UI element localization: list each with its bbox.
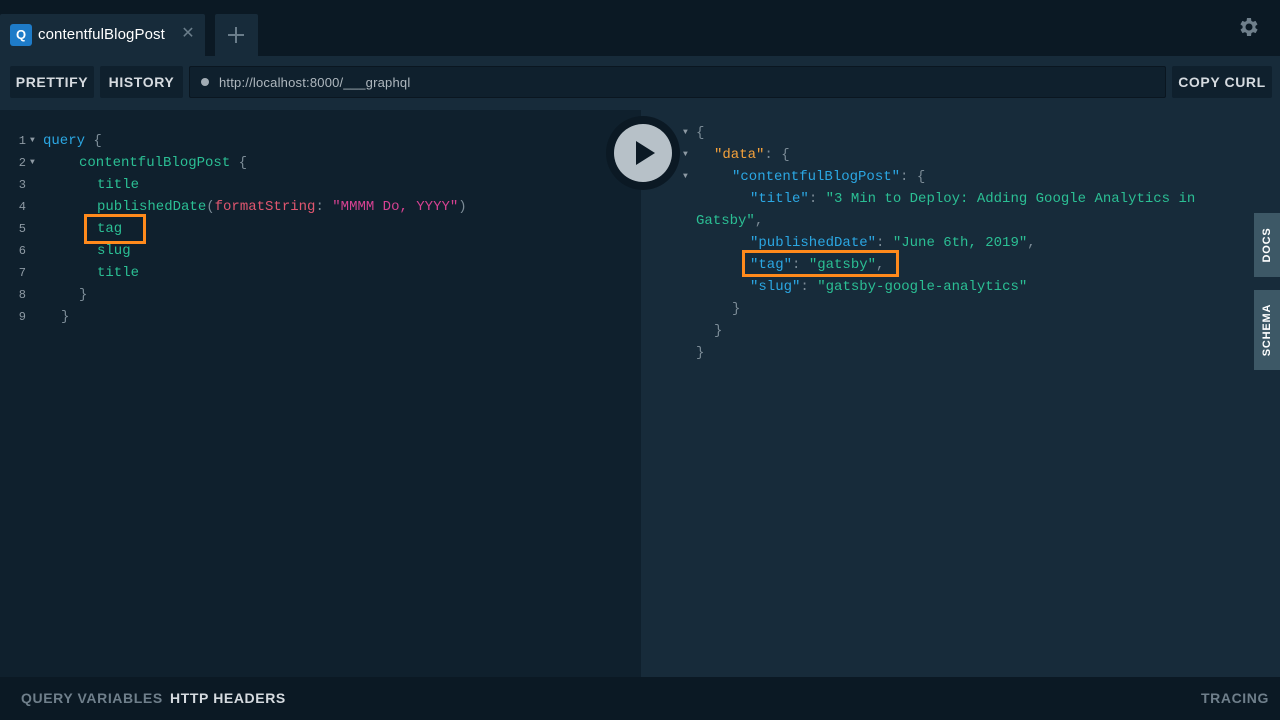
line-number: 1 <box>18 134 26 148</box>
result-line: "data": { <box>714 144 790 166</box>
code-line: contentfulBlogPost { <box>79 152 247 174</box>
schema-tab[interactable]: SCHEMA <box>1254 290 1280 370</box>
highlight-box <box>742 250 899 277</box>
docs-tab-label: DOCS <box>1261 227 1273 263</box>
fold-arrow-icon[interactable]: ▼ <box>683 144 688 166</box>
fold-arrow-icon[interactable]: ▼ <box>683 166 688 188</box>
field-title: title <box>97 265 140 281</box>
schema-tab-label: SCHEMA <box>1261 303 1273 357</box>
toolbar: PRETTIFY HISTORY http://localhost:8000/_… <box>0 56 1280 110</box>
line-number: 7 <box>18 266 26 280</box>
brace: { <box>238 155 248 171</box>
brace: } <box>732 301 741 317</box>
line-number: 9 <box>18 310 26 324</box>
docs-tab[interactable]: DOCS <box>1254 213 1280 277</box>
brace: } <box>79 287 88 303</box>
query-editor[interactable]: 1 2 3 4 5 6 7 8 9 ▼ ▼ query { contentful… <box>0 110 641 677</box>
results-viewer: ▼ ▼ ▼ { "data": { "contentfulBlogPost": … <box>641 110 1280 677</box>
title-value: "3 Min to Deploy: Adding Google Analytic… <box>825 191 1196 207</box>
colon: : <box>315 199 324 215</box>
code-line: title <box>97 262 139 284</box>
execute-query-button[interactable] <box>614 124 672 182</box>
fold-arrow-icon[interactable]: ▼ <box>30 152 35 174</box>
close-icon[interactable]: ✕ <box>181 26 195 42</box>
code-line: } <box>79 284 87 306</box>
blog-key: "contentfulBlogPost" <box>732 169 901 185</box>
brace: } <box>61 309 70 325</box>
tracing-tab[interactable]: TRACING <box>1201 690 1269 706</box>
fold-arrow-icon[interactable]: ▼ <box>683 122 688 144</box>
gear-icon[interactable] <box>1237 15 1261 39</box>
published-key: "publishedDate" <box>750 235 877 251</box>
result-line: "contentfulBlogPost": { <box>732 166 925 188</box>
field-title: title <box>97 177 140 193</box>
plus-icon <box>228 27 244 43</box>
result-line: } <box>732 298 740 320</box>
arg-value: "MMMM Do, YYYY" <box>332 199 459 215</box>
line-number: 6 <box>18 244 26 258</box>
arg-name: formatString <box>214 199 316 215</box>
add-tab-button[interactable] <box>215 14 258 56</box>
published-value: "June 6th, 2019" <box>892 235 1028 251</box>
code-line: title <box>97 174 139 196</box>
comma: , <box>1027 235 1036 251</box>
line-number: 3 <box>18 178 26 192</box>
status-dot-icon <box>201 78 209 86</box>
brace: } <box>696 345 705 361</box>
brace: } <box>714 323 723 339</box>
root-field: contentfulBlogPost <box>79 155 231 171</box>
query-keyword: query <box>43 133 86 149</box>
comma: , <box>754 213 764 229</box>
brace: { <box>916 169 926 185</box>
bottom-bar: QUERY VARIABLES HTTP HEADERS TRACING <box>0 677 1280 720</box>
colon: : <box>800 279 809 295</box>
play-icon <box>636 141 655 165</box>
query-badge-icon: Q <box>10 24 32 46</box>
result-line: "slug": "gatsby-google-analytics" <box>750 276 1027 298</box>
copy-curl-button[interactable]: COPY CURL <box>1172 66 1272 98</box>
colon: : <box>808 191 818 207</box>
slug-key: "slug" <box>750 279 801 295</box>
prettify-button[interactable]: PRETTIFY <box>10 66 94 98</box>
code-line: publishedDate(formatString: "MMMM Do, YY… <box>97 196 467 218</box>
http-headers-tab[interactable]: HTTP HEADERS <box>170 690 286 706</box>
endpoint-url-input[interactable]: http://localhost:8000/___graphql <box>189 66 1166 98</box>
result-line: { <box>696 122 704 144</box>
colon: : <box>900 169 909 185</box>
line-number: 2 <box>18 156 26 170</box>
result-line: Gatsby", <box>696 210 763 232</box>
line-number: 8 <box>18 288 26 302</box>
highlight-box <box>84 214 146 244</box>
history-button[interactable]: HISTORY <box>100 66 183 98</box>
title-value-cont: Gatsby" <box>696 213 755 229</box>
field-published-date: publishedDate <box>97 199 207 215</box>
line-number: 4 <box>18 200 26 214</box>
tab-bar: Q contentfulBlogPost ✕ <box>0 0 1280 56</box>
result-line: "title": "3 Min to Deploy: Adding Google… <box>750 188 1195 210</box>
query-variables-tab[interactable]: QUERY VARIABLES <box>21 690 163 706</box>
result-line: } <box>714 320 722 342</box>
line-number: 5 <box>18 222 26 236</box>
endpoint-url-text: http://localhost:8000/___graphql <box>219 75 411 90</box>
slug-value: "gatsby-google-analytics" <box>817 279 1028 295</box>
paren: ( <box>206 199 215 215</box>
brace: { <box>781 147 790 163</box>
title-key: "title" <box>750 191 809 207</box>
paren: ) <box>458 199 467 215</box>
brace: { <box>93 133 102 149</box>
data-key: "data" <box>714 147 765 163</box>
tab-title: contentfulBlogPost <box>38 26 165 43</box>
colon: : <box>876 235 885 251</box>
field-slug: slug <box>97 243 131 259</box>
tab-contentfulblogpost[interactable]: Q contentfulBlogPost ✕ <box>0 14 205 56</box>
colon: : <box>764 147 773 163</box>
code-line: query { <box>43 130 102 152</box>
code-line: } <box>61 306 69 328</box>
result-line: } <box>696 342 704 364</box>
brace: { <box>696 125 705 141</box>
fold-arrow-icon[interactable]: ▼ <box>30 130 35 152</box>
